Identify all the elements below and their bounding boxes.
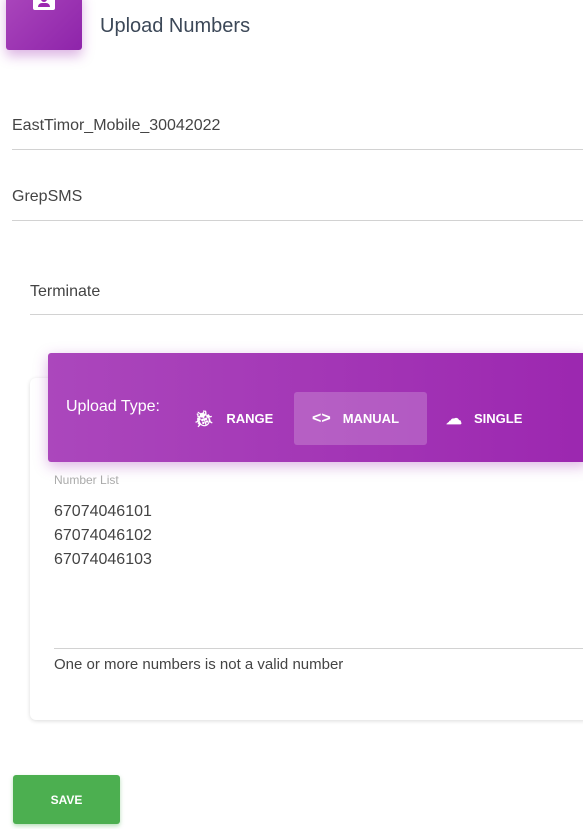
tab-single[interactable]: ☁ SINGLE (428, 392, 540, 445)
tab-label: RANGE (226, 411, 274, 426)
tab-label: MANUAL (342, 411, 400, 426)
contact-card-icon (33, 0, 55, 10)
tab-label: SINGLE (474, 411, 523, 426)
number-list-underline (54, 648, 583, 649)
upload-type-label: Upload Type: (66, 398, 160, 415)
cloud-icon: ☁ (446, 410, 462, 428)
name-field[interactable]: EastTimor_Mobile_30042022 (12, 117, 583, 150)
tab-manual[interactable]: <> MANUAL (294, 392, 427, 445)
number-list-textarea[interactable]: 67074046101 67074046102 67074046103 (54, 500, 152, 572)
bug-icon: 🐞︎ (194, 410, 215, 428)
number-list-label: Number List (54, 473, 119, 487)
tab-range[interactable]: 🐞︎ RANGE (176, 392, 291, 445)
save-button[interactable]: SAVE (13, 775, 120, 824)
upload-type-tabs: Upload Type: 🐞︎ RANGE <> MANUAL ☁ SINGLE (48, 353, 583, 462)
page-title: Upload Numbers (100, 15, 251, 37)
validation-error: One or more numbers is not a valid numbe… (54, 656, 344, 673)
provider-field[interactable]: GrepSMS (12, 188, 583, 221)
action-select[interactable]: Terminate (30, 283, 583, 315)
code-icon: <> (312, 409, 331, 427)
header-icon-box (6, 0, 82, 50)
